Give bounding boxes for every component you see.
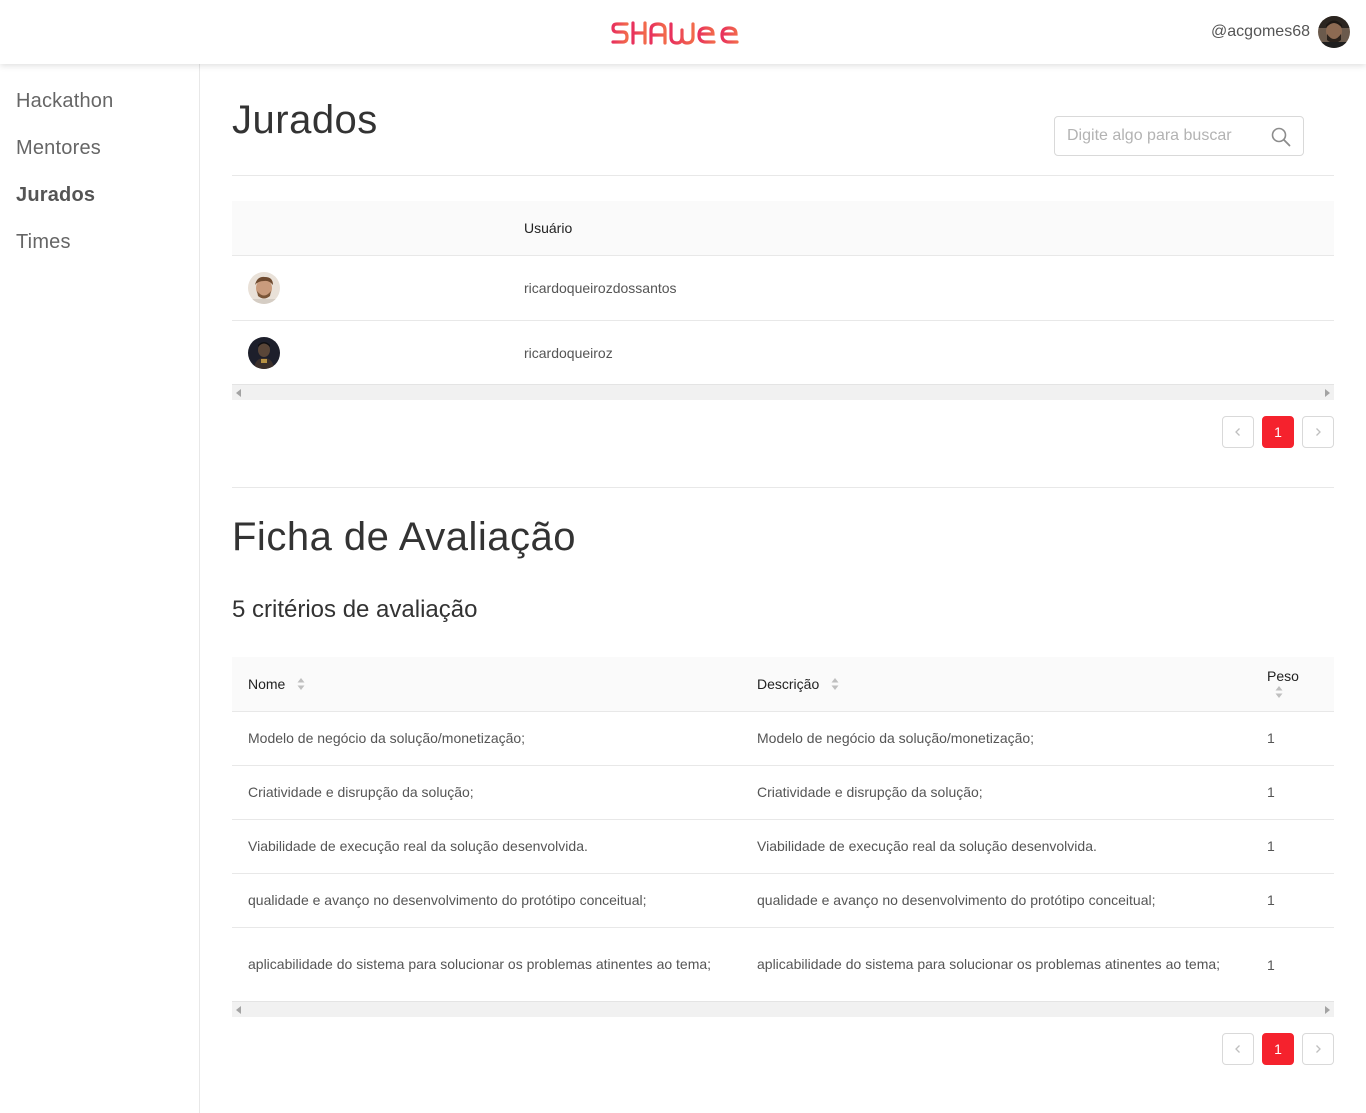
- criteria-weight-cell: 1: [1251, 819, 1334, 874]
- horizontal-scrollbar[interactable]: [232, 384, 1334, 400]
- table-header-row: Usuário: [232, 201, 1334, 256]
- chevron-left-icon: [1235, 428, 1240, 436]
- chevron-right-icon: [1316, 428, 1321, 436]
- table-row[interactable]: Viabilidade de execução real da solução …: [232, 819, 1334, 874]
- next-page-button[interactable]: [1302, 1033, 1334, 1065]
- column-header-nome[interactable]: Nome: [232, 657, 741, 712]
- criteria-description-cell: qualidade e avanço no desenvolvimento do…: [741, 873, 1251, 928]
- shawee-logo[interactable]: [611, 16, 755, 50]
- criteria-table: Nome Descrição Peso Modelo de negócio da…: [232, 657, 1334, 1003]
- sort-icon[interactable]: [831, 677, 839, 691]
- user-menu[interactable]: @acgomes68: [1211, 16, 1350, 48]
- scroll-left-icon[interactable]: [236, 1006, 241, 1014]
- table-row[interactable]: qualidade e avanço no desenvolvimento do…: [232, 873, 1334, 928]
- avatar-cell: [232, 255, 508, 321]
- scroll-left-icon[interactable]: [236, 389, 241, 397]
- column-header-label: Nome: [248, 675, 286, 692]
- chevron-left-icon: [1235, 1045, 1240, 1053]
- next-page-button[interactable]: [1302, 416, 1334, 448]
- jurados-table: Usuário ricardoqueirozdossantos ricardoq…: [232, 201, 1334, 386]
- criteria-pagination: 1: [1222, 1033, 1334, 1065]
- criteria-description-cell: Viabilidade de execução real da solução …: [741, 819, 1251, 874]
- jurados-pagination: 1: [1222, 416, 1334, 448]
- section-divider: [232, 487, 1334, 488]
- criteria-name-cell: aplicabilidade do sistema para soluciona…: [232, 927, 741, 1003]
- judge-avatar: [248, 336, 280, 369]
- chevron-right-icon: [1316, 1045, 1321, 1053]
- sidebar-nav: Hackathon Mentores Jurados Times: [0, 64, 200, 1113]
- sidebar-item-jurados[interactable]: Jurados: [16, 184, 95, 207]
- sort-icon[interactable]: [297, 677, 305, 691]
- column-header-label: Descrição: [757, 675, 820, 692]
- top-bar: @acgomes68: [0, 0, 1366, 64]
- table-row[interactable]: ricardoqueirozdossantos: [232, 255, 1334, 321]
- criteria-name-cell: Criatividade e disrupção da solução;: [232, 765, 741, 820]
- criteria-description-cell: Criatividade e disrupção da solução;: [741, 765, 1251, 820]
- criteria-description-cell: Modelo de negócio da solução/monetização…: [741, 711, 1251, 766]
- table-row[interactable]: Modelo de negócio da solução/monetização…: [232, 711, 1334, 766]
- username-cell: ricardoqueiroz: [508, 320, 1334, 386]
- avatar-cell: [232, 320, 508, 386]
- column-header-peso[interactable]: Peso: [1251, 657, 1334, 712]
- column-header-label: Peso: [1267, 667, 1299, 684]
- sidebar-item-mentores[interactable]: Mentores: [16, 137, 101, 160]
- scroll-right-icon[interactable]: [1325, 1006, 1330, 1014]
- prev-page-button[interactable]: [1222, 416, 1254, 448]
- table-row[interactable]: aplicabilidade do sistema para soluciona…: [232, 927, 1334, 1003]
- table-row[interactable]: ricardoqueiroz: [232, 320, 1334, 386]
- criteria-description-cell: aplicabilidade do sistema para soluciona…: [741, 927, 1251, 1003]
- column-header-avatar: [232, 201, 508, 256]
- username-cell: ricardoqueirozdossantos: [508, 255, 1334, 321]
- sidebar-item-hackathon[interactable]: Hackathon: [16, 90, 113, 113]
- page-1-button[interactable]: 1: [1262, 1033, 1294, 1065]
- criteria-count: 5 critérios de avaliação: [232, 596, 478, 623]
- search-icon[interactable]: [1271, 127, 1291, 147]
- table-header-row: Nome Descrição Peso: [232, 657, 1334, 712]
- criteria-name-cell: Viabilidade de execução real da solução …: [232, 819, 741, 874]
- search-input[interactable]: [1067, 125, 1263, 147]
- judge-avatar: [248, 271, 280, 304]
- page-title: Jurados: [232, 98, 378, 142]
- criteria-name-cell: qualidade e avanço no desenvolvimento do…: [232, 873, 741, 928]
- page-1-button[interactable]: 1: [1262, 416, 1294, 448]
- horizontal-scrollbar[interactable]: [232, 1001, 1334, 1017]
- username-label[interactable]: @acgomes68: [1211, 23, 1310, 41]
- sidebar-item-times[interactable]: Times: [16, 231, 71, 254]
- criteria-weight-cell: 1: [1251, 711, 1334, 766]
- ficha-title: Ficha de Avaliação: [232, 515, 577, 559]
- criteria-weight-cell: 1: [1251, 927, 1334, 1003]
- section-divider: [232, 175, 1334, 176]
- column-header-usuario[interactable]: Usuário: [508, 201, 1334, 256]
- search-box[interactable]: [1054, 116, 1304, 156]
- column-header-descricao[interactable]: Descrição: [741, 657, 1251, 712]
- scroll-right-icon[interactable]: [1325, 389, 1330, 397]
- table-row[interactable]: Criatividade e disrupção da solução; Cri…: [232, 765, 1334, 820]
- sort-icon[interactable]: [1275, 685, 1283, 699]
- criteria-name-cell: Modelo de negócio da solução/monetização…: [232, 711, 741, 766]
- criteria-weight-cell: 1: [1251, 873, 1334, 928]
- criteria-weight-cell: 1: [1251, 765, 1334, 820]
- user-avatar[interactable]: [1318, 16, 1350, 48]
- prev-page-button[interactable]: [1222, 1033, 1254, 1065]
